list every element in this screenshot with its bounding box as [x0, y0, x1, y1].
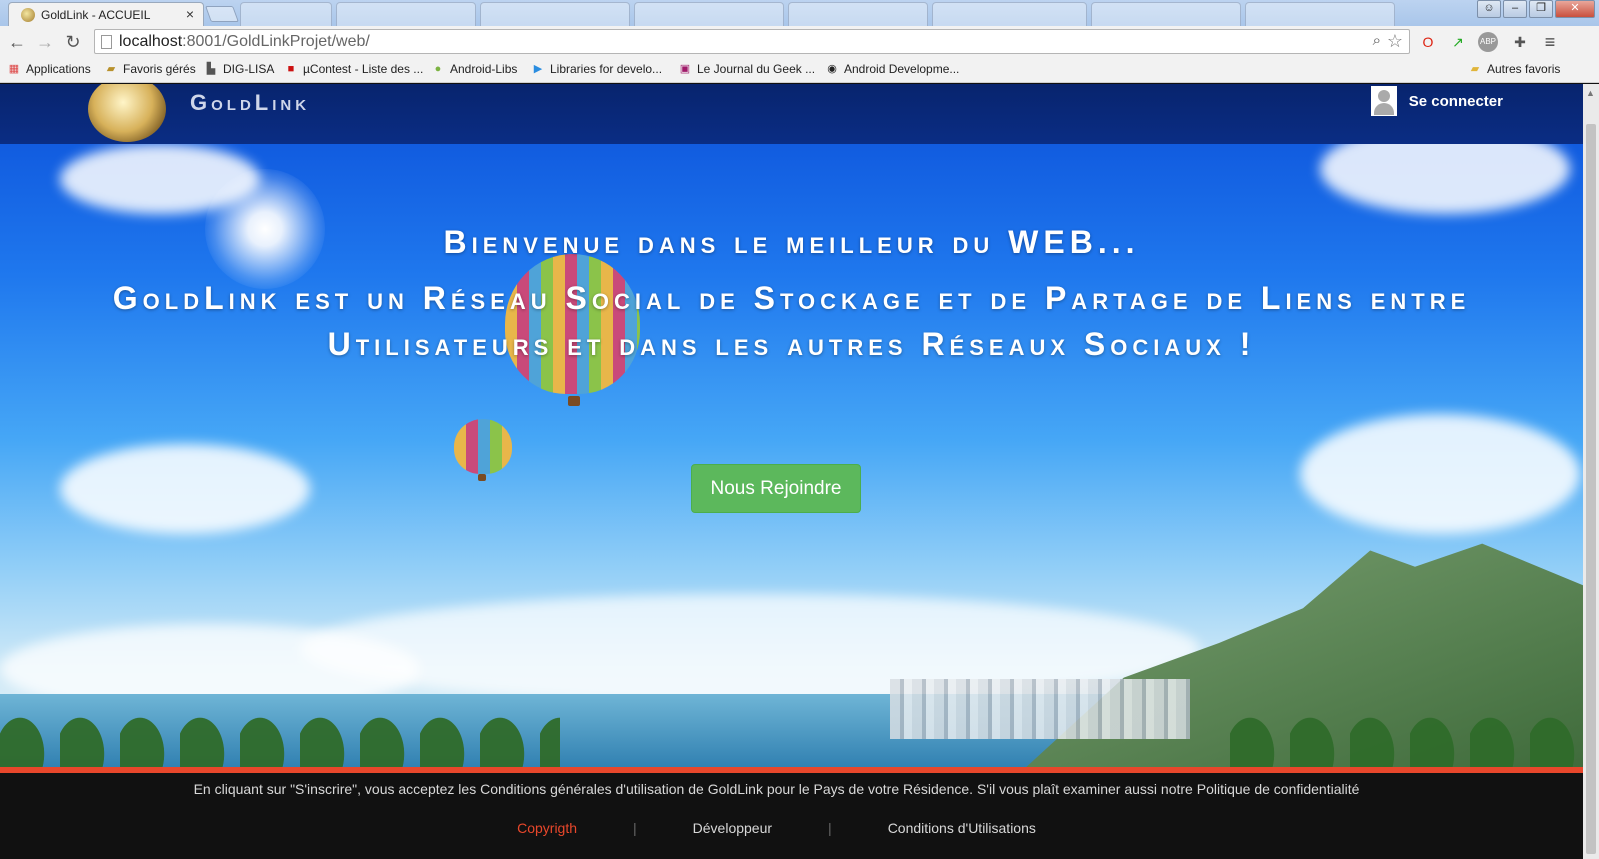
minimize-icon[interactable]: – [1503, 0, 1527, 18]
folder-icon: ▰ [106, 63, 116, 75]
tab-background[interactable] [634, 2, 784, 26]
url-path: :8001/GoldLinkProjet/web/ [182, 33, 370, 50]
balloon-basket [568, 396, 580, 406]
tab-background[interactable] [932, 2, 1087, 26]
adblock-icon[interactable]: ABP [1478, 32, 1498, 52]
bookmark-label: µContest - Liste des ... [303, 62, 424, 76]
site-brand[interactable]: GoldLink [190, 90, 310, 116]
restore-icon[interactable]: ❐ [1529, 0, 1553, 18]
bookmark-label: Libraries for develo... [550, 62, 663, 76]
balloon-basket [478, 474, 486, 481]
trees-decoration [1230, 644, 1583, 770]
join-button[interactable]: Nous Rejoindre [691, 464, 861, 513]
bookmark-item[interactable]: ● Android-Libs [431, 62, 518, 76]
bookmark-label: Favoris gérés [123, 62, 196, 76]
cloud-decoration [60, 444, 310, 534]
bookmark-icon: ▙ [206, 63, 216, 75]
browser-toolbar: ← → ↻ localhost:8001/GoldLinkProjet/web/… [0, 26, 1599, 57]
site-navbar: GoldLink Se connecter [0, 84, 1583, 144]
city-decoration [890, 679, 1190, 739]
bookmark-item[interactable]: ◉ Android Developme... [825, 62, 959, 76]
android-icon: ● [434, 63, 442, 75]
other-bookmarks[interactable]: ▰ Autres favoris [1468, 62, 1561, 76]
bookmark-item[interactable]: ▙ DIG-LISA [204, 62, 275, 76]
tab-background[interactable] [1091, 2, 1241, 26]
tab-background[interactable] [240, 2, 332, 26]
hero-background [0, 84, 1583, 770]
login-link[interactable]: Se connecter [1370, 86, 1503, 116]
footer-link-developer[interactable]: Développeur [637, 820, 828, 836]
page-icon: ■ [287, 63, 295, 75]
site-footer: En cliquant sur "S'inscrire", vous accep… [0, 773, 1583, 859]
chrome-menu-icon[interactable]: ≡ [1540, 32, 1560, 52]
goldlink-favicon-icon [21, 8, 35, 22]
tab-background[interactable] [788, 2, 928, 26]
user-avatar-icon [1370, 86, 1397, 116]
tab-title: GoldLink - ACCUEIL [41, 8, 151, 22]
login-label: Se connecter [1408, 92, 1503, 110]
other-bookmarks-label: Autres favoris [1487, 62, 1561, 76]
footer-links: Copyrigth | Développeur | Conditions d'U… [0, 820, 1553, 836]
cloud-decoration [1300, 414, 1580, 534]
page-icon [101, 35, 112, 49]
bookmark-label: Android Developme... [844, 62, 960, 76]
bookmark-item[interactable]: ■ µContest - Liste des ... [284, 62, 424, 76]
address-bar[interactable]: localhost:8001/GoldLinkProjet/web/ ⌕ ☆ [94, 29, 1410, 54]
extension-arrow-icon[interactable]: ↗ [1448, 32, 1468, 52]
tab-background[interactable] [336, 2, 476, 26]
back-icon[interactable]: ← [6, 31, 28, 53]
page-scrollbar[interactable]: ▲ [1583, 84, 1599, 859]
tab-goldlink[interactable]: GoldLink - ACCUEIL × [8, 2, 204, 26]
bookmark-item[interactable]: ▣ Le Journal du Geek ... [678, 62, 815, 76]
scrollbar-thumb[interactable] [1586, 124, 1596, 854]
new-tab-button[interactable] [205, 6, 239, 22]
page-viewport: GoldLink Se connecter Bienvenue dans le … [0, 84, 1583, 859]
goldlink-logo-icon[interactable] [88, 84, 166, 142]
reload-icon[interactable]: ↻ [62, 31, 84, 53]
footer-link-copyright[interactable]: Copyrigth [461, 820, 633, 836]
apps-grid-icon: ▦ [8, 63, 20, 75]
bookmark-star-icon[interactable]: ☆ [1387, 31, 1403, 52]
play-icon: ▶ [533, 63, 543, 75]
headline-line-1: Bienvenue dans le meilleur du WEB... [443, 224, 1140, 260]
journal-icon: ▣ [679, 63, 691, 75]
footer-link-terms[interactable]: Conditions d'Utilisations [832, 820, 1092, 836]
browser-tabstrip: GoldLink - ACCUEIL × ☺ – ❐ ✕ [0, 0, 1599, 26]
bookmark-label: DIG-LISA [223, 62, 275, 76]
close-window-icon[interactable]: ✕ [1555, 0, 1595, 18]
opera-extension-icon[interactable]: O [1418, 32, 1438, 52]
tab-background[interactable] [1245, 2, 1395, 26]
scroll-up-icon[interactable]: ▲ [1586, 88, 1595, 98]
bookmark-label: Le Journal du Geek ... [697, 62, 816, 76]
profile-icon[interactable]: ☺ [1477, 0, 1501, 18]
bookmark-label: Android-Libs [450, 62, 518, 76]
github-icon: ◉ [827, 63, 837, 75]
folder-icon: ▰ [1470, 63, 1480, 75]
hero-headline: Bienvenue dans le meilleur du WEB... Gol… [0, 224, 1583, 367]
bookmark-item[interactable]: ▦ Applications [7, 62, 91, 76]
bookmark-item[interactable]: ▶ Libraries for develo... [531, 62, 662, 76]
bookmarks-bar: ▦ Applications ▰ Favoris gérés ▙ DIG-LISA ■… [0, 57, 1599, 83]
window-controls: ☺ – ❐ ✕ [1477, 0, 1595, 18]
hot-air-balloon-small [454, 419, 512, 474]
bookmark-label: Applications [26, 62, 91, 76]
tab-background[interactable] [480, 2, 630, 26]
trees-decoration [0, 644, 560, 770]
terms-notice: En cliquant sur "S'inscrire", vous accep… [193, 781, 1360, 797]
zoom-icon[interactable]: ⌕ [1373, 32, 1381, 49]
cloud-decoration [60, 144, 260, 214]
headline-line-2: GoldLink est un Réseau Social de Stockag… [112, 280, 1471, 362]
puzzle-extension-icon[interactable]: ✚ [1510, 32, 1530, 52]
url-text[interactable]: localhost:8001/GoldLinkProjet/web/ [119, 33, 370, 51]
close-tab-icon[interactable]: × [186, 6, 194, 22]
bookmark-item[interactable]: ▰ Favoris gérés [104, 62, 196, 76]
url-host: localhost [119, 33, 183, 50]
forward-icon[interactable]: → [34, 31, 56, 53]
